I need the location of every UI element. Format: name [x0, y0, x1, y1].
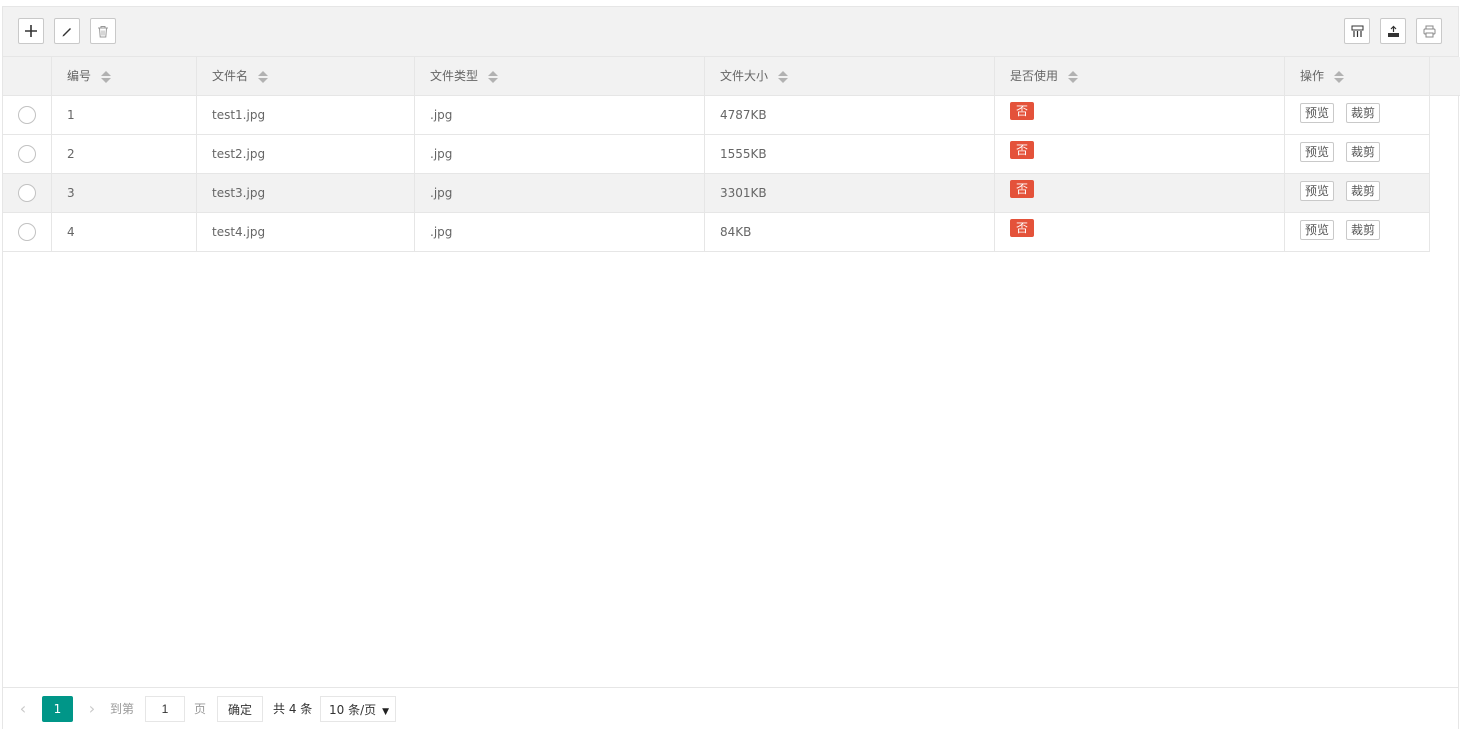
data-table-panel: 编号 文件名 文件类型 文件大小 是否使用 操作 1 test1.jpg .jp… [2, 6, 1460, 729]
export-button[interactable] [1380, 18, 1406, 44]
pagination-bar: ‹ 1 › 到第 页 确定 共 4 条 10 条/页 ▼ [3, 687, 1458, 729]
preview-button[interactable]: 预览 [1300, 103, 1335, 123]
row-radio[interactable] [18, 223, 36, 241]
add-button[interactable] [18, 18, 44, 44]
export-icon [1387, 25, 1399, 37]
actions-cell: 预览 裁剪 [1285, 213, 1430, 251]
column-header-filetype[interactable]: 文件类型 [415, 57, 705, 95]
sort-icon[interactable] [101, 70, 112, 84]
add-icon [25, 25, 37, 37]
id-cell: 2 [52, 135, 197, 173]
filename-cell: test1.jpg [197, 96, 415, 134]
table-header: 编号 文件名 文件类型 文件大小 是否使用 操作 [3, 57, 1460, 96]
print-icon [1423, 25, 1435, 37]
table-row[interactable]: 1 test1.jpg .jpg 4787KB 否 预览 裁剪 [3, 96, 1430, 135]
table-toolbar [3, 7, 1458, 57]
row-radio[interactable] [18, 106, 36, 124]
preview-button[interactable]: 预览 [1300, 142, 1335, 162]
row-radio[interactable] [18, 145, 36, 163]
page-size-value: 10 条/页 [329, 703, 377, 717]
column-header-label: 文件类型 [430, 69, 479, 83]
id-cell: 3 [52, 174, 197, 212]
filesize-cell: 3301KB [705, 174, 995, 212]
in-use-cell: 否 [995, 96, 1285, 134]
delete-icon [98, 25, 108, 37]
page-unit-label: 页 [194, 702, 207, 716]
filetype-cell: .jpg [415, 174, 705, 212]
actions-cell: 预览 裁剪 [1285, 96, 1430, 134]
edit-button[interactable] [54, 18, 80, 44]
edit-icon [62, 28, 71, 37]
column-header-label: 是否使用 [1010, 69, 1059, 83]
columns-icon [1351, 25, 1363, 37]
goto-label: 到第 [110, 702, 135, 716]
filename-cell: test4.jpg [197, 213, 415, 251]
crop-button[interactable]: 裁剪 [1346, 181, 1381, 201]
prev-page-icon[interactable]: ‹ [13, 696, 33, 722]
column-header-label: 文件名 [212, 69, 249, 83]
actions-cell: 预览 裁剪 [1285, 135, 1430, 173]
preview-button[interactable]: 预览 [1300, 220, 1335, 240]
delete-button[interactable] [90, 18, 116, 44]
in-use-cell: 否 [995, 213, 1285, 251]
in-use-cell: 否 [995, 174, 1285, 212]
filename-cell: test3.jpg [197, 174, 415, 212]
column-header-id[interactable]: 编号 [52, 57, 197, 95]
confirm-goto-button[interactable]: 确定 [217, 696, 264, 722]
total-count: 共 4 条 [273, 702, 313, 716]
next-page-icon[interactable]: › [82, 696, 102, 722]
filename-cell: test2.jpg [197, 135, 415, 173]
status-badge: 否 [1010, 141, 1035, 159]
column-header-label: 操作 [1300, 69, 1325, 83]
column-header-actions[interactable]: 操作 [1285, 57, 1430, 95]
sort-icon[interactable] [258, 70, 269, 84]
print-button[interactable] [1416, 18, 1442, 44]
column-header-in-use[interactable]: 是否使用 [995, 57, 1285, 95]
select-cell [3, 135, 52, 173]
crop-button[interactable]: 裁剪 [1346, 220, 1381, 240]
table-row[interactable]: 4 test4.jpg .jpg 84KB 否 预览 裁剪 [3, 213, 1430, 252]
column-header-label: 编号 [67, 69, 92, 83]
column-header-filesize[interactable]: 文件大小 [705, 57, 995, 95]
status-badge: 否 [1010, 180, 1035, 198]
sort-icon[interactable] [778, 70, 789, 84]
header-scroll-gutter [1430, 57, 1460, 95]
filetype-cell: .jpg [415, 135, 705, 173]
filetype-cell: .jpg [415, 213, 705, 251]
id-cell: 4 [52, 213, 197, 251]
filesize-cell: 4787KB [705, 96, 995, 134]
status-badge: 否 [1010, 219, 1035, 237]
table-row[interactable]: 3 test3.jpg .jpg 3301KB 否 预览 裁剪 [3, 174, 1430, 213]
sort-icon[interactable] [1334, 70, 1345, 84]
columns-filter-button[interactable] [1344, 18, 1370, 44]
goto-page-input[interactable] [145, 696, 185, 722]
status-badge: 否 [1010, 102, 1035, 120]
in-use-cell: 否 [995, 135, 1285, 173]
select-cell [3, 96, 52, 134]
dropdown-arrow-icon: ▼ [382, 707, 390, 717]
sort-icon[interactable] [1068, 70, 1079, 84]
table-row[interactable]: 2 test2.jpg .jpg 1555KB 否 预览 裁剪 [3, 135, 1430, 174]
crop-button[interactable]: 裁剪 [1346, 103, 1381, 123]
filesize-cell: 84KB [705, 213, 995, 251]
filesize-cell: 1555KB [705, 135, 995, 173]
column-header-label: 文件大小 [720, 69, 769, 83]
row-radio[interactable] [18, 184, 36, 202]
page-1-button[interactable]: 1 [42, 696, 73, 722]
page-size-select[interactable]: 10 条/页 ▼ [320, 696, 397, 722]
filetype-cell: .jpg [415, 96, 705, 134]
id-cell: 1 [52, 96, 197, 134]
select-cell [3, 174, 52, 212]
select-column-header [3, 57, 52, 95]
actions-cell: 预览 裁剪 [1285, 174, 1430, 212]
sort-icon[interactable] [488, 70, 499, 84]
select-cell [3, 213, 52, 251]
column-header-filename[interactable]: 文件名 [197, 57, 415, 95]
preview-button[interactable]: 预览 [1300, 181, 1335, 201]
crop-button[interactable]: 裁剪 [1346, 142, 1381, 162]
